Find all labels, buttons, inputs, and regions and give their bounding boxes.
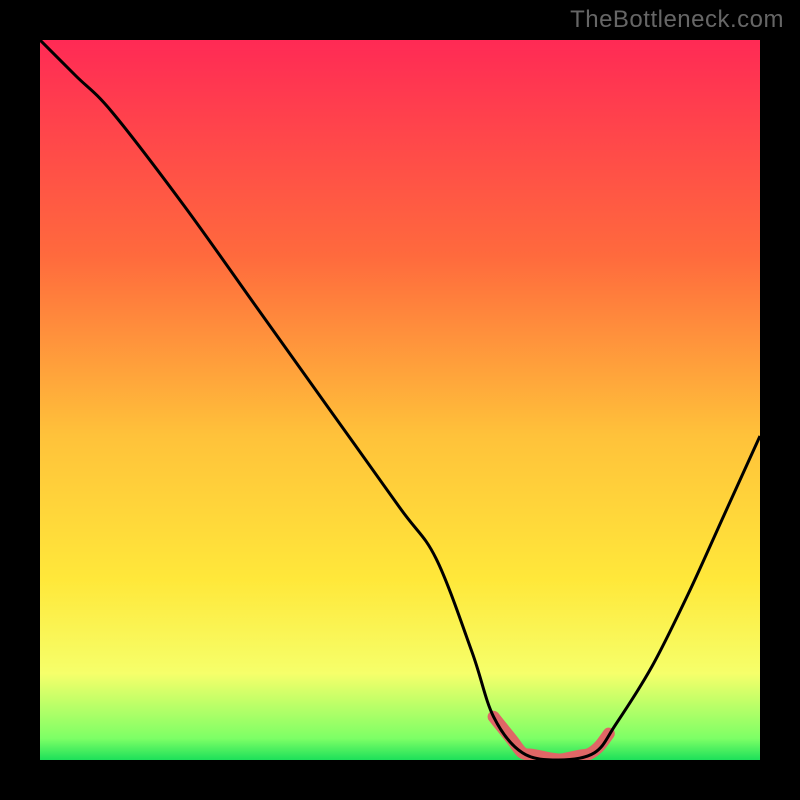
chart-svg	[40, 40, 760, 760]
gradient-rect	[40, 40, 760, 760]
chart-frame: TheBottleneck.com	[0, 0, 800, 800]
plot-area	[40, 40, 760, 760]
watermark-label: TheBottleneck.com	[570, 6, 784, 34]
